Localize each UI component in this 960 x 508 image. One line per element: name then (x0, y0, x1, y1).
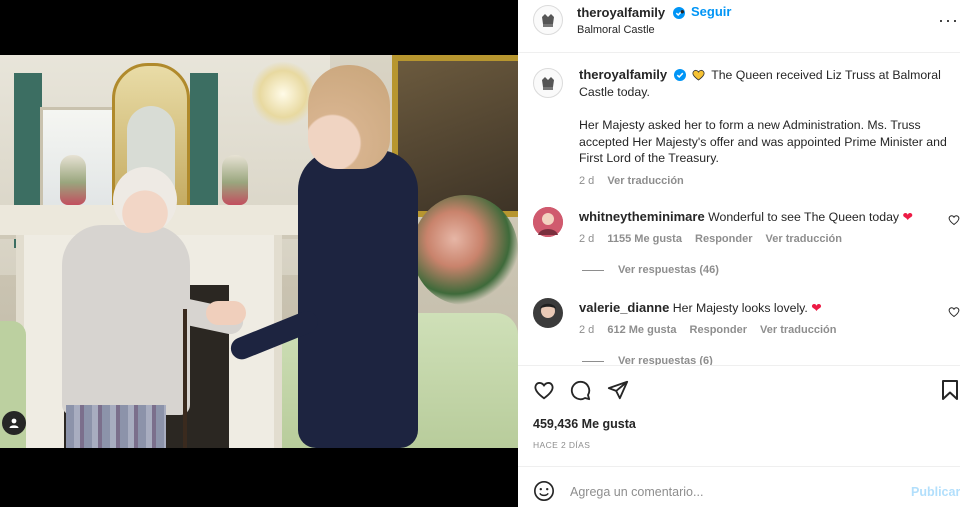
comment-like-heart-icon[interactable] (948, 306, 960, 318)
more-options-button[interactable]: ··· (938, 10, 959, 31)
caption: theroyalfamily The Queen received Liz Tr… (579, 67, 949, 189)
view-replies-button[interactable]: Ver respuestas (6) (582, 355, 713, 365)
comment-meta: 2 d 612 Me gusta Responder Ver traducció… (579, 322, 949, 338)
red-heart-emoji-icon: ❤ (902, 210, 913, 224)
view-replies-label: Ver respuestas (46) (618, 264, 719, 276)
comment-input[interactable]: Agrega un comentario... (570, 485, 703, 499)
post-media[interactable] (0, 0, 518, 507)
share-icon[interactable] (607, 379, 629, 401)
comment-meta: 2 d 1155 Me gusta Responder Ver traducci… (579, 231, 949, 247)
red-heart-emoji-icon: ❤ (811, 301, 822, 315)
comment-username[interactable]: valerie_dianne (579, 300, 669, 315)
photo-vase (222, 155, 248, 205)
caption-text-line2: Her Majesty asked her to form a new Admi… (579, 118, 947, 165)
caption-line1: theroyalfamily The Queen received Liz Tr… (579, 67, 949, 100)
avatar-image-icon (533, 207, 563, 237)
reply-button[interactable]: Responder (695, 233, 752, 245)
separator-dot: • (680, 4, 685, 19)
tagged-users-button[interactable] (2, 411, 26, 435)
user-icon (9, 418, 19, 428)
photo-truss-body (298, 150, 418, 448)
comment-item: whitneytheminimare Wonderful to see The … (579, 209, 949, 247)
caption-time[interactable]: 2 d (579, 175, 594, 187)
verified-badge-icon (673, 69, 686, 81)
comment-text: Wonderful to see The Queen today (708, 210, 900, 224)
photo-cane (183, 309, 187, 448)
caption-translate-button[interactable]: Ver traducción (607, 175, 683, 187)
post-header: theroyalfamily • Seguir Balmoral Castle … (518, 0, 960, 53)
follow-button[interactable]: Seguir (691, 4, 731, 19)
post-actions: 459,436 Me gusta HACE 2 DÍAS (518, 365, 960, 466)
author-row: theroyalfamily (577, 4, 685, 22)
comment-likes[interactable]: 612 Me gusta (607, 324, 676, 336)
photo-queen-skirt (66, 405, 166, 448)
replies-divider (582, 269, 604, 271)
likes-count[interactable]: 459,436 Me gusta (533, 417, 636, 431)
avatar-image-icon (533, 298, 563, 328)
reply-button[interactable]: Responder (690, 324, 747, 336)
comment-translate-button[interactable]: Ver traducción (766, 233, 842, 245)
comment-username[interactable]: whitneytheminimare (579, 209, 705, 224)
location-link[interactable]: Balmoral Castle (577, 24, 655, 36)
caption-meta: 2 d Ver traducción (579, 173, 949, 190)
comment-composer: Agrega un comentario... Publicar (518, 466, 960, 508)
comment-like-heart-icon[interactable] (948, 214, 960, 226)
replies-divider (582, 360, 604, 362)
comment-text: Her Majesty looks lovely. (672, 301, 808, 315)
comment-item: valerie_dianne Her Majesty looks lovely.… (579, 300, 949, 338)
caption-avatar[interactable] (533, 68, 563, 98)
photo-truss-head (308, 65, 390, 169)
post-panel: theroyalfamily • Seguir Balmoral Castle … (518, 0, 960, 507)
yellow-heart-icon (692, 69, 705, 81)
comment-translate-button[interactable]: Ver traducción (760, 324, 836, 336)
author-username[interactable]: theroyalfamily (577, 5, 665, 20)
emoji-icon[interactable] (533, 480, 555, 502)
crest-icon (542, 77, 554, 90)
photo-flowers (412, 195, 518, 305)
view-replies-label: Ver respuestas (6) (618, 355, 713, 365)
comment-time[interactable]: 2 d (579, 324, 594, 336)
comment-likes[interactable]: 1155 Me gusta (607, 233, 682, 245)
author-avatar[interactable] (533, 5, 563, 35)
comment-time[interactable]: 2 d (579, 233, 594, 245)
bookmark-icon[interactable] (940, 379, 960, 401)
post-time[interactable]: HACE 2 DÍAS (533, 440, 590, 450)
view-replies-button[interactable]: Ver respuestas (46) (582, 264, 719, 276)
crest-icon (542, 14, 554, 27)
post-photo[interactable] (0, 55, 518, 448)
heart-icon[interactable] (533, 379, 555, 401)
comments-section[interactable]: theroyalfamily The Queen received Liz Tr… (518, 53, 960, 365)
photo-vase (60, 155, 86, 205)
comment-avatar[interactable] (533, 207, 563, 237)
caption-username[interactable]: theroyalfamily (579, 67, 667, 82)
comment-icon[interactable] (569, 379, 591, 401)
publish-button[interactable]: Publicar (911, 485, 960, 499)
photo-queen-head (113, 167, 177, 233)
photo-handshake (206, 301, 246, 325)
photo-chandelier (252, 59, 314, 129)
comment-avatar[interactable] (533, 298, 563, 328)
